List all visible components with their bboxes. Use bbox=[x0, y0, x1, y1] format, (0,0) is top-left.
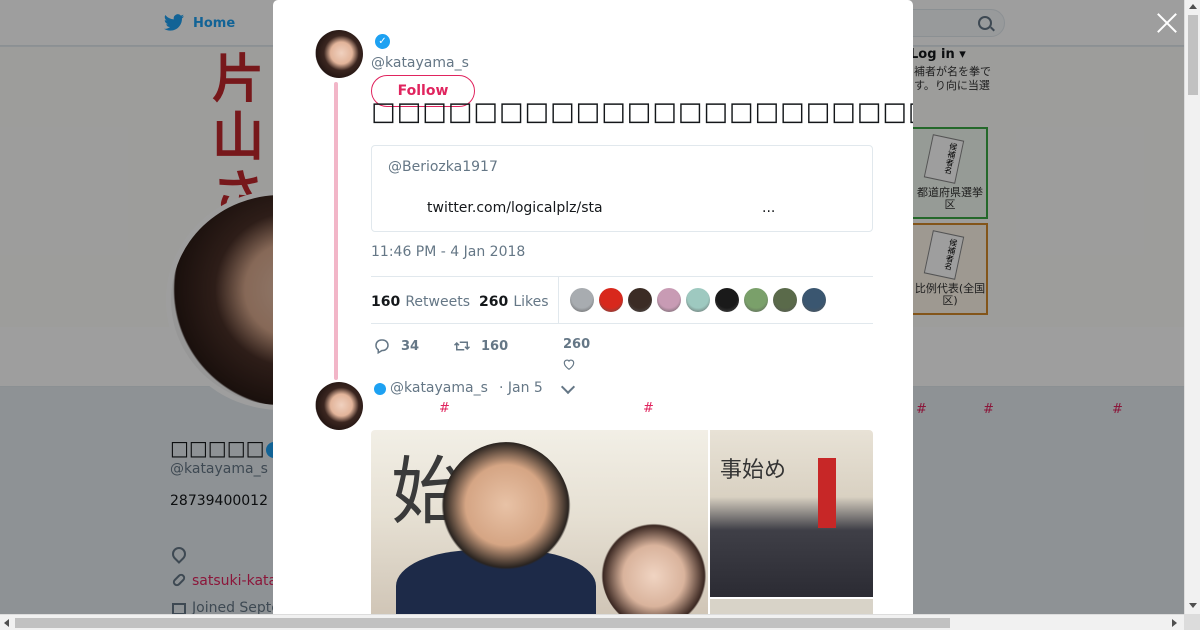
retweet-button[interactable]: 160 bbox=[453, 337, 508, 355]
liker-avatars bbox=[570, 288, 826, 312]
likes-label: Likes bbox=[513, 294, 549, 310]
next-tweet-handle[interactable]: @katayama_s bbox=[390, 380, 488, 396]
quoted-tweet-ellipsis: ... bbox=[762, 200, 776, 216]
like-count: 260 bbox=[563, 337, 591, 352]
next-tweet-date[interactable]: · Jan 5 bbox=[499, 380, 543, 396]
liker-avatar[interactable] bbox=[628, 288, 652, 312]
thread-connector-line bbox=[334, 82, 338, 380]
photo-calligraphy: 事始め bbox=[720, 458, 787, 483]
scroll-down-arrow-icon[interactable] bbox=[1189, 603, 1197, 608]
verified-badge-icon bbox=[374, 383, 386, 395]
vertical-scrollbar[interactable] bbox=[1184, 0, 1200, 614]
quoted-tweet-link[interactable]: twitter.com/logicalplz/sta bbox=[427, 200, 603, 216]
scroll-right-arrow-icon[interactable] bbox=[1172, 619, 1177, 627]
retweets-stat[interactable]: 160 Retweets bbox=[371, 291, 470, 310]
tweet-stats: 160 Retweets 260 Likes bbox=[371, 276, 873, 324]
stats-divider bbox=[558, 277, 559, 323]
scroll-up-arrow-icon[interactable] bbox=[1189, 4, 1197, 9]
tweet-photo-main[interactable]: 始 bbox=[371, 430, 708, 614]
retweets-count: 160 bbox=[371, 294, 401, 310]
photo-figure-man bbox=[441, 442, 571, 582]
liker-avatar[interactable] bbox=[744, 288, 768, 312]
quoted-tweet-card[interactable]: @Beriozka1917 twitter.com/logicalplz/sta… bbox=[371, 145, 873, 232]
tweet-timestamp[interactable]: 11:46 PM - 4 Jan 2018 bbox=[371, 244, 525, 260]
liker-avatar[interactable] bbox=[570, 288, 594, 312]
liker-avatar[interactable] bbox=[802, 288, 826, 312]
quoted-tweet-handle: @Beriozka1917 bbox=[388, 159, 498, 175]
likes-stat[interactable]: 260 Likes bbox=[479, 291, 549, 310]
liker-avatar[interactable] bbox=[599, 288, 623, 312]
tweet-photo-secondary[interactable]: 事始め bbox=[710, 430, 873, 597]
tweet-permalink-modal: ✓ @katayama_s Follow □□□□□□□□□□□□□□□□□□□… bbox=[273, 0, 913, 614]
tweet-author-handle[interactable]: @katayama_s bbox=[371, 55, 469, 71]
likes-count: 260 bbox=[479, 294, 509, 310]
tweet-text: □□□□□□□□□□□□□□□□□□□□□□□□□□□□□□□□□□□□□□□□… bbox=[371, 97, 913, 127]
verified-badge-icon: ✓ bbox=[375, 34, 390, 49]
liker-avatar[interactable] bbox=[773, 288, 797, 312]
reply-icon bbox=[375, 339, 389, 355]
scroll-left-arrow-icon[interactable] bbox=[4, 619, 9, 627]
retweet-count: 160 bbox=[481, 338, 509, 354]
tweet-author-avatar[interactable] bbox=[315, 30, 363, 78]
vertical-scroll-thumb[interactable] bbox=[1188, 15, 1198, 95]
scrollbar-corner bbox=[1184, 614, 1200, 630]
liker-avatar[interactable] bbox=[657, 288, 681, 312]
horizontal-scrollbar[interactable] bbox=[0, 614, 1184, 630]
hashtag-link[interactable]: # bbox=[643, 401, 654, 416]
reply-count: 34 bbox=[401, 338, 420, 354]
photo-poster bbox=[818, 458, 836, 528]
next-tweet-avatar[interactable] bbox=[315, 382, 363, 430]
retweets-label: Retweets bbox=[405, 294, 470, 310]
tweet-actions: 34 160 260 bbox=[371, 335, 873, 370]
like-button[interactable]: 260 bbox=[563, 337, 591, 370]
tweet-photo-grid: 始 事始め bbox=[371, 430, 873, 614]
heart-icon bbox=[563, 359, 575, 370]
reply-button[interactable]: 34 bbox=[373, 337, 419, 355]
photo-figure-woman bbox=[601, 510, 708, 614]
retweet-icon bbox=[453, 341, 471, 351]
horizontal-scroll-thumb[interactable] bbox=[15, 618, 950, 628]
tweet-photo-tertiary[interactable] bbox=[710, 599, 873, 614]
liker-avatar[interactable] bbox=[715, 288, 739, 312]
chevron-down-icon[interactable] bbox=[560, 379, 576, 395]
hashtag-link[interactable]: # bbox=[439, 401, 450, 416]
liker-avatar[interactable] bbox=[686, 288, 710, 312]
browser-viewport: Home 片山さ Log in ▾ 補者が名を拳です。り向に当選 候補者名 都道… bbox=[0, 0, 1184, 614]
close-modal-button[interactable] bbox=[1154, 10, 1180, 36]
